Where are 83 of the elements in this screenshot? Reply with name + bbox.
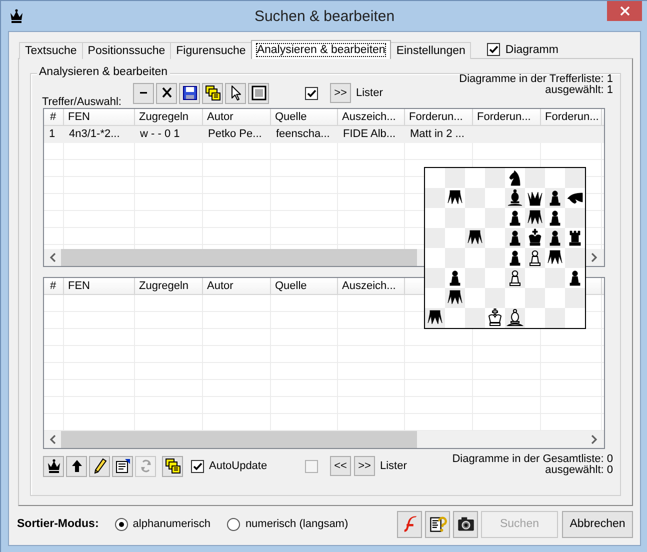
column-header[interactable]: Zugregeln (139, 111, 189, 123)
scroll-left-icon[interactable] (48, 435, 56, 444)
column-header[interactable]: FEN (68, 280, 90, 292)
count-text: ausgewählt: 0 (544, 465, 613, 476)
table-cell: feenscha... (276, 128, 330, 140)
toolbar-button[interactable] (225, 82, 246, 104)
column-header[interactable]: Auszeich... (342, 111, 396, 123)
documents-icon (164, 458, 180, 474)
table-cell: w - - 0 1 (140, 128, 180, 140)
diagram-icon (250, 85, 267, 101)
checkbox[interactable] (191, 460, 204, 472)
radio-label: alphanumerisch (132, 518, 210, 530)
toolbar-button[interactable] (156, 82, 178, 104)
pencil-icon (92, 458, 108, 474)
scroll-right-icon[interactable] (590, 253, 598, 262)
scroll-left-icon[interactable] (48, 253, 56, 262)
floppy-icon (182, 85, 198, 101)
crown-icon (46, 458, 62, 474)
help-icon (428, 515, 446, 533)
tab[interactable]: Positionssuche (82, 42, 172, 59)
radio-button[interactable] (114, 518, 128, 530)
table-row[interactable]: 1 4n3/1-*2... w - - 0 1 Petko Pe... feenscha... FIDE Alb... Matt in 2 ... (44, 126, 604, 143)
tab[interactable]: Einstellungen (390, 42, 472, 59)
nav-button[interactable]: << (330, 456, 351, 476)
table-cell: Matt in 2 ... (410, 128, 464, 140)
radio-label: numerisch (langsam) (245, 518, 348, 530)
tab[interactable]: Figurensuche (170, 42, 252, 59)
column-header[interactable]: Forderun... (477, 111, 531, 123)
scrollbar-thumb[interactable] (61, 249, 417, 266)
close-icon (620, 6, 630, 16)
column-header[interactable]: Forderun... (545, 111, 599, 123)
toolbar-button[interactable] (43, 456, 64, 476)
count-text: ausgewählt: 1 (544, 85, 613, 96)
table-cell: 4n3/1-*2... (69, 128, 120, 140)
toolbar-button[interactable] (162, 456, 183, 476)
checkbox-label: AutoUpdate (209, 460, 268, 472)
toolbar-button[interactable] (66, 456, 87, 476)
checkbox-label: Diagramm (505, 44, 558, 56)
sort-label: Sortier-Modus: (17, 518, 99, 530)
documents-icon (204, 85, 221, 101)
radio-button[interactable] (227, 518, 240, 530)
window-title: Suchen & bearbeiten (254, 8, 395, 25)
nav-button[interactable]: >> (354, 456, 375, 476)
toolbar-button[interactable] (112, 456, 133, 476)
count-text: Diagramme in der Gesamtliste: 0 (452, 454, 613, 465)
checkbox[interactable] (487, 43, 500, 56)
column-header[interactable]: Auszeich... (342, 280, 396, 292)
count-text: Diagramme in der Trefferliste: 1 (459, 74, 613, 85)
document-icon (114, 458, 130, 474)
minus-icon (140, 92, 148, 94)
dialog-button[interactable]: Abbrechen (562, 510, 633, 538)
nav-button[interactable]: >> (330, 83, 351, 103)
checkbox[interactable] (305, 86, 318, 100)
tab[interactable]: Textsuche (19, 42, 83, 59)
column-header[interactable]: Quelle (275, 280, 307, 292)
column-header[interactable]: # (50, 111, 56, 123)
close-button[interactable] (607, 1, 642, 21)
toolbar-button[interactable] (202, 82, 224, 104)
toolbar-label: Treffer/Auswahl: (42, 96, 122, 108)
tab[interactable]: Analysieren & bearbeiten (250, 40, 392, 59)
camera-icon (456, 515, 474, 533)
crown-icon (8, 8, 25, 24)
column-header[interactable]: Forderun... (409, 111, 463, 123)
column-header[interactable]: Quelle (275, 111, 307, 123)
column-header[interactable]: # (50, 280, 56, 292)
scrollbar-thumb[interactable] (61, 431, 417, 448)
table-cell: FIDE Alb... (343, 128, 396, 140)
icon-button[interactable] (453, 510, 478, 538)
lister-label: Lister (380, 460, 407, 472)
column-header[interactable]: Autor (207, 111, 234, 123)
group-title: Analysieren & bearbeiten (37, 66, 170, 78)
toolbar-button[interactable] (179, 82, 200, 104)
column-header[interactable]: Zugregeln (139, 280, 189, 292)
toolbar-button[interactable] (89, 456, 110, 476)
scroll-right-icon[interactable] (590, 435, 598, 444)
lister-label: Lister (356, 87, 383, 99)
column-header[interactable]: FEN (68, 111, 90, 123)
column-header[interactable]: Autor (207, 280, 234, 292)
icon-button[interactable] (425, 510, 450, 538)
toolbar-button[interactable] (248, 82, 270, 104)
table-cell: 1 (49, 128, 56, 140)
table-cell: Petko Pe... (208, 128, 262, 140)
toolbar-button[interactable] (133, 82, 154, 104)
